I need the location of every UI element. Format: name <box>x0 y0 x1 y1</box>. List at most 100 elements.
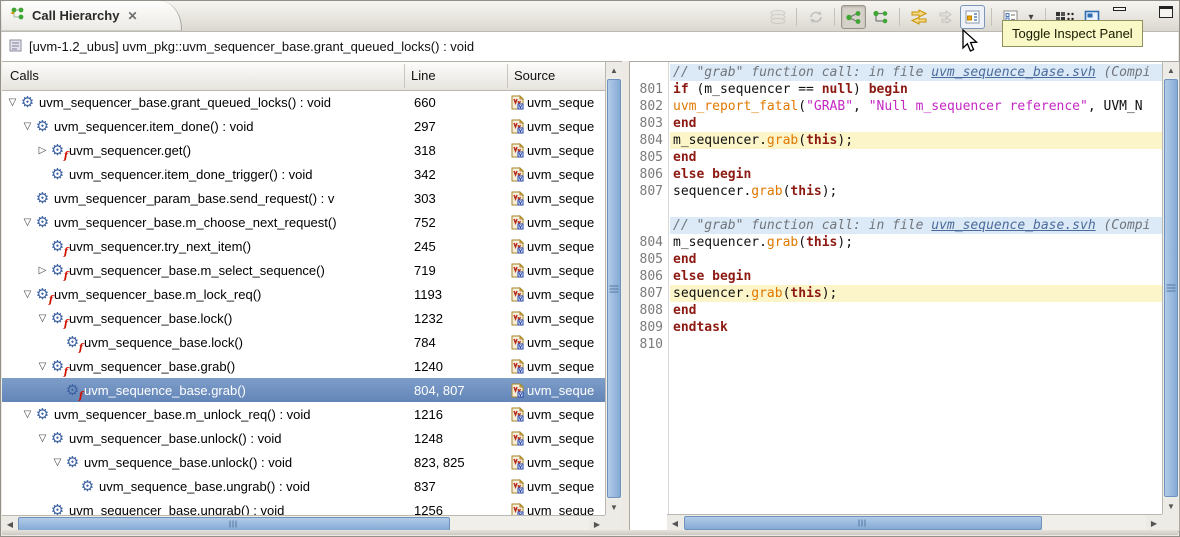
code-line[interactable]: 804 m_sequencer.grab(this); <box>630 234 1162 251</box>
source-file-link[interactable]: uvm_sequence_base.svh <box>931 65 1095 80</box>
call-label: uvm_sequence_base.ungrab() : void <box>99 478 311 494</box>
code-horizontal-scrollbar[interactable]: ◀ ▶ <box>667 514 1162 531</box>
callee-hierarchy-icon[interactable] <box>868 5 893 29</box>
method-gear-icon: ⚙ f <box>50 237 68 258</box>
tree-row[interactable]: ▽ ⚙ uvm_sequencer.item_done() : void 297 uvm… <box>2 114 605 138</box>
tree-row[interactable]: ▽ ⚙ uvm_sequence_base.unlock() : void 823, … <box>2 450 605 474</box>
source-cell: uvm_seque <box>511 90 605 114</box>
tree-row[interactable]: ⚙ uvm_sequencer_param_base.send_request()… <box>2 186 605 210</box>
expander-closed-icon[interactable]: ▷ <box>36 145 49 156</box>
call-label: uvm_sequencer.item_done() : void <box>54 118 254 134</box>
caller-hierarchy-icon[interactable] <box>841 5 866 29</box>
expander-open-icon[interactable]: ▽ <box>21 289 34 300</box>
tree-vertical-scrollbar[interactable]: ▲ ▼ <box>605 62 622 515</box>
scroll-left-icon[interactable]: ◀ <box>667 515 683 531</box>
code-line[interactable]: 801 if (m_sequencer == null) begin <box>630 81 1162 98</box>
code-line[interactable]: 810 <box>630 336 1162 353</box>
code-hscroll-thumb[interactable] <box>684 516 1042 530</box>
source-file-label: uvm_seque <box>527 334 595 350</box>
expander-open-icon[interactable]: ▽ <box>36 313 49 324</box>
calls-cell: ▽ ⚙ f uvm_sequencer_base.grab() <box>2 354 404 378</box>
scroll-up-icon[interactable]: ▲ <box>606 62 622 78</box>
toolbar-separator <box>991 8 992 26</box>
tab-call-hierarchy[interactable]: Call Hierarchy ✕ <box>2 1 182 31</box>
tree-row[interactable]: ▽ ⚙ f uvm_sequencer_base.m_lock_req() 1193 uv… <box>2 282 605 306</box>
code-text: endtask <box>673 320 728 335</box>
scroll-down-icon[interactable]: ▼ <box>606 499 622 515</box>
stack-icon[interactable] <box>765 5 790 29</box>
code-line[interactable]: 805 end <box>630 251 1162 268</box>
tree-row[interactable]: ▽ ⚙ uvm_sequencer_base.grant_queued_locks(… <box>2 90 605 114</box>
code-line[interactable]: 803 end <box>630 115 1162 132</box>
tree-row-selected[interactable]: ⚙ f uvm_sequence_base.grab() 804, 807 uvm_se… <box>2 378 605 402</box>
tree-row[interactable]: ▷ ⚙ f uvm_sequencer_base.m_select_sequence(… <box>2 258 605 282</box>
expander-open-icon[interactable]: ▽ <box>21 121 34 132</box>
code-vertical-scrollbar[interactable]: ▲ ▼ <box>1162 62 1179 514</box>
code-line[interactable]: 805 end <box>630 149 1162 166</box>
scroll-up-icon[interactable]: ▲ <box>1163 62 1179 78</box>
code-line-highlighted[interactable]: 804 m_sequencer.grab(this); <box>630 132 1162 149</box>
expander-closed-icon[interactable]: ▷ <box>36 265 49 276</box>
expander-open-icon[interactable]: ▽ <box>21 217 34 228</box>
tree-row[interactable]: ⚙ uvm_sequencer_base.ungrab() : void 1256 u… <box>2 498 605 515</box>
column-source[interactable]: Source <box>514 68 555 83</box>
tree-row[interactable]: ⚙ uvm_sequence_base.ungrab() : void 837 uvm… <box>2 474 605 498</box>
code-section-header[interactable]: // "grab" function call: in file uvm_seq… <box>630 217 1162 234</box>
code-line[interactable]: 808 end <box>630 302 1162 319</box>
tree-row[interactable]: ⚙ f uvm_sequencer.try_next_item() 245 uvm_se… <box>2 234 605 258</box>
code-section-header[interactable]: // "grab" function call: in file uvm_seq… <box>630 64 1162 81</box>
code-line-highlighted[interactable]: 807 sequencer.grab(this); <box>630 285 1162 302</box>
expander-open-icon[interactable]: ▽ <box>36 433 49 444</box>
tree-row[interactable]: ▽ ⚙ uvm_sequencer_base.m_choose_next_reque… <box>2 210 605 234</box>
code-line[interactable]: 802 uvm_report_fatal("GRAB", "Null m_seq… <box>630 98 1162 115</box>
tree-row[interactable]: ▽ ⚙ f uvm_sequencer_base.grab() 1240 uvm_sequ… <box>2 354 605 378</box>
line-cell: 342 <box>414 166 436 182</box>
code-vscroll-thumb[interactable] <box>1164 79 1178 497</box>
expander-open-icon[interactable]: ▽ <box>21 409 34 420</box>
method-gear-icon: ⚙ <box>35 213 50 231</box>
column-divider[interactable] <box>507 64 508 88</box>
tree-row[interactable]: ▽ ⚙ uvm_sequencer_base.unlock() : void 1248… <box>2 426 605 450</box>
tree-vscroll-thumb[interactable] <box>607 79 621 498</box>
column-divider[interactable] <box>404 64 405 88</box>
inspect-panel-icon[interactable] <box>960 5 985 29</box>
call-label: uvm_sequence_base.grab() <box>84 382 246 398</box>
column-calls[interactable]: Calls <box>10 68 39 83</box>
tab-title: Call Hierarchy <box>32 8 120 23</box>
refresh-icon[interactable] <box>803 5 828 29</box>
double-arrow-icon[interactable] <box>933 5 958 29</box>
tree-hscroll-thumb[interactable] <box>18 517 450 531</box>
function-flag-icon: f <box>78 342 83 354</box>
minimize-icon[interactable] <box>1113 7 1126 11</box>
code-line[interactable]: 806 else begin <box>630 166 1162 183</box>
maximize-icon[interactable] <box>1159 6 1173 18</box>
sv-file-icon <box>511 286 525 302</box>
line-cell: 719 <box>414 262 436 278</box>
code-line[interactable] <box>630 200 1162 217</box>
code-lines[interactable]: // "grab" function call: in file uvm_seq… <box>630 64 1162 514</box>
tree-row[interactable]: ▽ ⚙ uvm_sequencer_base.m_unlock_req() : vo… <box>2 402 605 426</box>
panel-splitter[interactable] <box>622 61 629 532</box>
expander-open-icon[interactable]: ▽ <box>51 457 64 468</box>
function-flag-icon: f <box>63 318 68 330</box>
tree-row[interactable]: ▷ ⚙ f uvm_sequencer.get() 318 uvm_seque <box>2 138 605 162</box>
code-line[interactable]: 806 else begin <box>630 268 1162 285</box>
scroll-right-icon[interactable]: ▶ <box>1146 515 1162 531</box>
close-icon[interactable]: ✕ <box>127 9 137 23</box>
source-file-label: uvm_seque <box>527 358 595 374</box>
column-line[interactable]: Line <box>411 68 436 83</box>
calls-cell: ⚙ uvm_sequence_base.ungrab() : void <box>2 474 404 498</box>
tree-row[interactable]: ▽ ⚙ f uvm_sequencer_base.lock() 1232 uvm_sequ… <box>2 306 605 330</box>
swap-arrows-icon[interactable] <box>906 5 931 29</box>
source-preview-panel[interactable]: // "grab" function call: in file uvm_seq… <box>629 61 1180 532</box>
tree-row[interactable]: ⚙ uvm_sequencer.item_done_trigger() : voi… <box>2 162 605 186</box>
scroll-down-icon[interactable]: ▼ <box>1163 498 1179 514</box>
code-line[interactable]: 807 sequencer.grab(this); <box>630 183 1162 200</box>
code-line[interactable]: 809 endtask <box>630 319 1162 336</box>
call-label: uvm_sequencer_base.grant_queued_locks() … <box>39 94 331 110</box>
expander-open-icon[interactable]: ▽ <box>36 361 49 372</box>
expander-open-icon[interactable]: ▽ <box>6 97 19 108</box>
source-file-link[interactable]: uvm_sequence_base.svh <box>931 218 1095 233</box>
tree-row[interactable]: ⚙ f uvm_sequence_base.lock() 784 uvm_seque <box>2 330 605 354</box>
calls-cell: ▷ ⚙ f uvm_sequencer_base.m_select_sequence(… <box>2 258 404 282</box>
